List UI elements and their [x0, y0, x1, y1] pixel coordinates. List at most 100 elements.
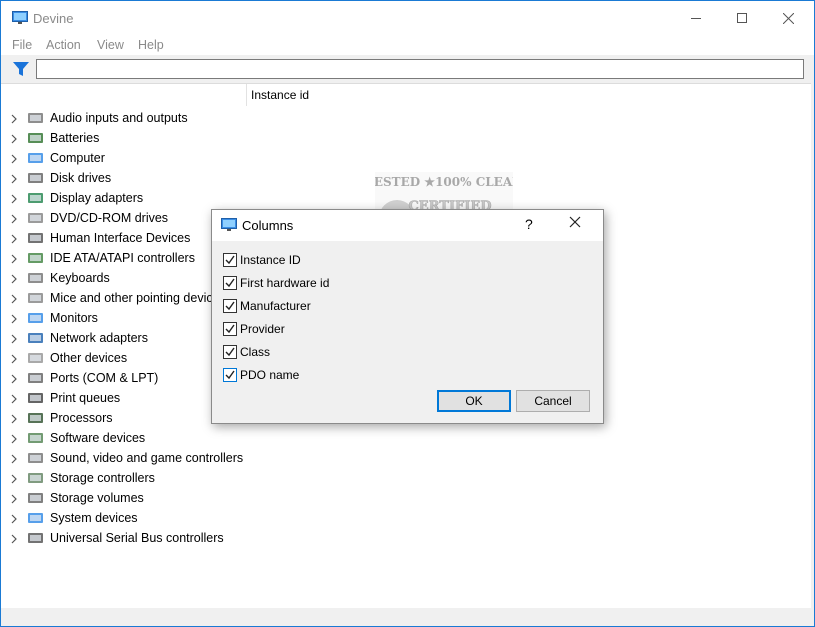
chevron-right-icon[interactable]: [10, 153, 18, 167]
chevron-right-icon[interactable]: [10, 313, 18, 327]
checkbox[interactable]: [223, 253, 237, 267]
ide-icon: [27, 250, 45, 266]
column-header-instance-id[interactable]: Instance id: [246, 84, 309, 106]
title-bar[interactable]: Devine: [1, 1, 814, 35]
tree-node-label: System devices: [50, 511, 138, 525]
checkbox-label: Manufacturer: [240, 299, 311, 313]
checkbox[interactable]: [223, 368, 237, 382]
status-bar: [1, 608, 814, 626]
monitor-icon: [221, 218, 237, 235]
tree-node-label: Display adapters: [50, 191, 144, 205]
tree-node[interactable]: Computer: [1, 148, 811, 168]
chevron-right-icon[interactable]: [10, 333, 18, 347]
chevron-right-icon[interactable]: [10, 293, 18, 307]
monitor-icon: [27, 310, 45, 326]
chevron-right-icon[interactable]: [10, 393, 18, 407]
other-device-icon: [27, 350, 45, 366]
cancel-button[interactable]: Cancel: [516, 390, 590, 412]
filter-input[interactable]: [36, 59, 804, 79]
checkbox[interactable]: [223, 345, 237, 359]
column-option[interactable]: First hardware id: [223, 274, 423, 292]
dvd-icon: [27, 210, 45, 226]
tree-node-label: Ports (COM & LPT): [50, 371, 159, 385]
column-option[interactable]: Instance ID: [223, 251, 423, 269]
ok-button[interactable]: OK: [437, 390, 511, 412]
tree-node[interactable]: Sound, video and game controllers: [1, 448, 811, 468]
chevron-right-icon[interactable]: [10, 433, 18, 447]
dialog-close-icon[interactable]: [569, 216, 581, 231]
tree-node-label: Storage controllers: [50, 471, 155, 485]
vertical-scrollbar[interactable]: [811, 83, 814, 608]
keyboard-icon: [27, 270, 45, 286]
help-button[interactable]: ?: [525, 216, 533, 232]
chevron-right-icon[interactable]: [10, 533, 18, 547]
tree-node-label: Print queues: [50, 391, 121, 405]
tree-node-label: Storage volumes: [50, 491, 144, 505]
svg-text:TESTED ★100% CLEAN: TESTED ★100% CLEAN: [375, 175, 513, 189]
menu-help[interactable]: Help: [138, 38, 164, 52]
tree-node[interactable]: Audio inputs and outputs: [1, 108, 811, 128]
monitor-icon: [12, 11, 28, 28]
disk-drive-icon: [27, 170, 45, 186]
tree-node[interactable]: Software devices: [1, 428, 811, 448]
hid-icon: [27, 230, 45, 246]
column-option[interactable]: Class: [223, 343, 423, 361]
chevron-right-icon[interactable]: [10, 353, 18, 367]
chevron-right-icon[interactable]: [10, 133, 18, 147]
tree-node-label: IDE ATA/ATAPI controllers: [50, 251, 195, 265]
tree-node[interactable]: Batteries: [1, 128, 811, 148]
chevron-right-icon[interactable]: [10, 233, 18, 247]
chevron-right-icon[interactable]: [10, 413, 18, 427]
tree-node-label: Mice and other pointing devices: [50, 291, 226, 305]
checkbox-label: Class: [240, 345, 271, 359]
network-icon: [27, 330, 45, 346]
tree-node-label: Monitors: [50, 311, 98, 325]
minimize-icon[interactable]: [673, 1, 719, 35]
maximize-icon[interactable]: [719, 1, 765, 35]
chevron-right-icon[interactable]: [10, 113, 18, 127]
tree-node[interactable]: Storage volumes: [1, 488, 811, 508]
checkbox[interactable]: [223, 276, 237, 290]
printer-icon: [27, 390, 45, 406]
menu-action[interactable]: Action: [46, 38, 81, 52]
chevron-right-icon[interactable]: [10, 273, 18, 287]
chevron-right-icon[interactable]: [10, 373, 18, 387]
tree-node-label: DVD/CD-ROM drives: [50, 211, 169, 225]
chevron-right-icon[interactable]: [10, 253, 18, 267]
chevron-right-icon[interactable]: [10, 493, 18, 507]
checkbox[interactable]: [223, 299, 237, 313]
sound-icon: [27, 450, 45, 466]
tree-node[interactable]: Storage controllers: [1, 468, 811, 488]
chevron-right-icon[interactable]: [10, 193, 18, 207]
mouse-icon: [27, 290, 45, 306]
tree-node[interactable]: Universal Serial Bus controllers: [1, 528, 811, 548]
column-option[interactable]: PDO name: [223, 366, 423, 384]
tree-node-label: Batteries: [50, 131, 100, 145]
chevron-right-icon[interactable]: [10, 453, 18, 467]
filter-icon[interactable]: [12, 61, 30, 80]
tree-node-label: Sound, video and game controllers: [50, 451, 244, 465]
column-option[interactable]: Manufacturer: [223, 297, 423, 315]
storage-controller-icon: [27, 470, 45, 486]
tree-node-label: Processors: [50, 411, 113, 425]
menu-file[interactable]: File: [12, 38, 32, 52]
chevron-right-icon[interactable]: [10, 473, 18, 487]
dialog-title-bar[interactable]: Columns ?: [212, 210, 603, 241]
processor-icon: [27, 410, 45, 426]
filter-bar: [1, 55, 814, 83]
checkbox[interactable]: [223, 322, 237, 336]
close-icon[interactable]: [765, 1, 811, 35]
system-device-icon: [27, 510, 45, 526]
menu-view[interactable]: View: [97, 38, 124, 52]
tree-node-label: Audio inputs and outputs: [50, 111, 188, 125]
usb-icon: [27, 530, 45, 546]
tree-node[interactable]: System devices: [1, 508, 811, 528]
checkbox-label: Provider: [240, 322, 285, 336]
column-option[interactable]: Provider: [223, 320, 423, 338]
columns-dialog: Columns ? Instance ID First hardware id Ma…: [211, 209, 604, 424]
chevron-right-icon[interactable]: [10, 513, 18, 527]
tree-node-label: Computer: [50, 151, 105, 165]
chevron-right-icon[interactable]: [10, 213, 18, 227]
checkbox-label: Instance ID: [240, 253, 301, 267]
chevron-right-icon[interactable]: [10, 173, 18, 187]
